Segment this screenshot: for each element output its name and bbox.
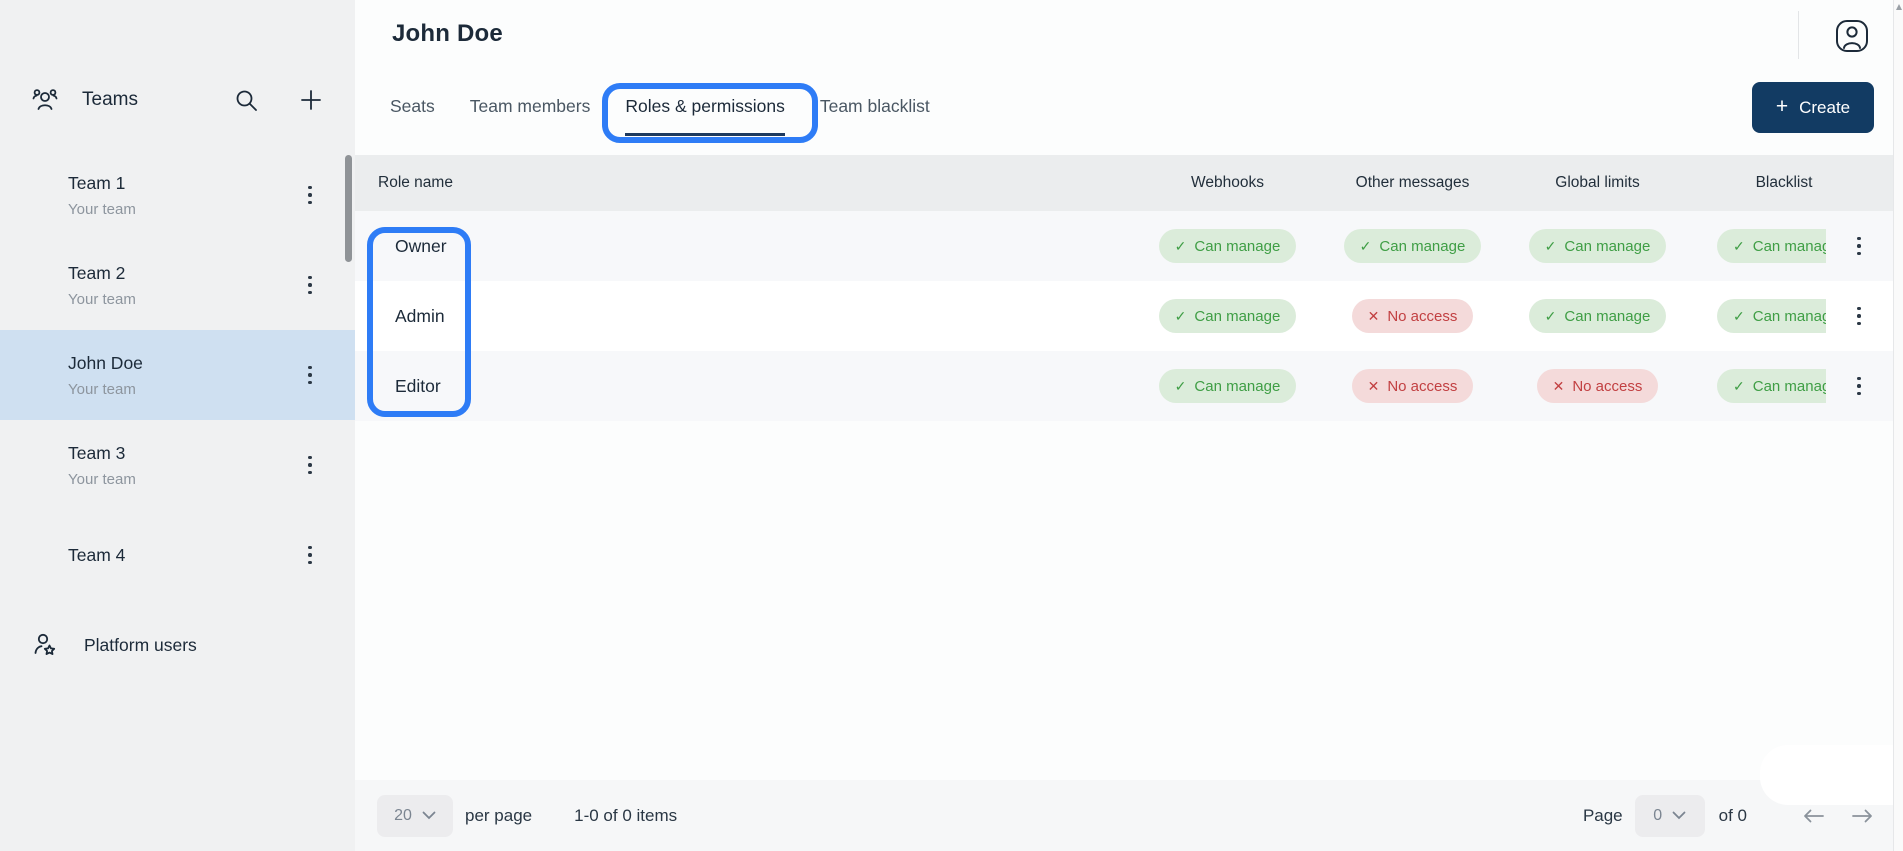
team-list-item[interactable]: Team 1 Your team <box>0 150 355 240</box>
create-button[interactable]: + Create <box>1752 82 1874 133</box>
page-of-label: of 0 <box>1719 806 1747 826</box>
team-list-item[interactable]: Team 2 Your team <box>0 240 355 330</box>
badge-icon: ✓ <box>1545 238 1557 255</box>
badge-icon: ✓ <box>1733 378 1745 395</box>
badge-icon: ✓ <box>1175 238 1187 255</box>
sidebar-scrollbar-thumb[interactable] <box>345 155 352 262</box>
teams-group-icon <box>30 85 60 115</box>
permission-badge-clipped: ✓Can manage <box>1717 369 1826 403</box>
tab-bar: Seats Team members Roles & permissions T… <box>390 88 930 134</box>
window-scrollbar[interactable] <box>1893 0 1903 851</box>
main-content: John Doe Seats Team members Roles & perm… <box>355 0 1903 851</box>
badge-icon: ✓ <box>1733 308 1745 325</box>
team-item-menu-icon[interactable] <box>301 453 319 477</box>
permission-badge: ✓Can manage <box>1529 229 1667 263</box>
column-header-role-name: Role name <box>355 174 1135 192</box>
platform-user-star-icon <box>30 630 60 660</box>
table-header-row: Role name Webhooks Other messages Global… <box>355 155 1903 211</box>
table-row: Owner ✓Can manage ✓Can manage ✓Can manag… <box>355 211 1903 281</box>
team-list-item[interactable]: Team 3 Your team <box>0 420 355 510</box>
team-list-item[interactable]: Team 4 <box>0 510 355 600</box>
row-menu-icon[interactable] <box>1850 304 1868 328</box>
badge-icon: ✕ <box>1368 308 1380 325</box>
role-name-cell: Admin <box>355 306 1135 327</box>
page-label: Page <box>1583 806 1623 826</box>
team-list-item-selected[interactable]: John Doe Your team <box>0 330 355 420</box>
items-summary: 1-0 of 0 items <box>574 806 677 826</box>
badge-icon: ✓ <box>1733 238 1745 255</box>
permission-badge: ✓Can manage <box>1159 229 1297 263</box>
chevron-down-icon <box>422 811 436 820</box>
page-number-select[interactable]: 0 <box>1635 795 1705 837</box>
permission-badge-clipped: ✓Can manage <box>1717 299 1826 333</box>
sidebar-header: Teams <box>0 78 355 122</box>
badge-icon: ✓ <box>1175 308 1187 325</box>
next-page-icon[interactable] <box>1851 809 1873 823</box>
sidebar-title: Teams <box>82 89 138 111</box>
roles-table: Role name Webhooks Other messages Global… <box>355 155 1903 421</box>
pagination-bar: 20 per page 1-0 of 0 items Page 0 of 0 <box>355 780 1903 851</box>
sidebar: Teams Team 1 Your team Team 2 Your team <box>0 0 355 851</box>
page-size-select[interactable]: 20 <box>377 795 453 837</box>
table-row: Editor ✓Can manage ✕No access ✕No access… <box>355 351 1903 421</box>
sidebar-item-platform-users[interactable]: Platform users <box>0 618 355 672</box>
row-menu-icon[interactable] <box>1850 234 1868 258</box>
per-page-label: per page <box>465 806 532 826</box>
overlay-blob <box>1760 745 1893 805</box>
team-item-menu-icon[interactable] <box>301 363 319 387</box>
team-item-menu-icon[interactable] <box>301 183 319 207</box>
permission-badge: ✕No access <box>1352 299 1474 333</box>
chevron-down-icon <box>1672 811 1686 820</box>
active-tab-underline <box>625 133 785 136</box>
permission-badge: ✓Can manage <box>1344 229 1482 263</box>
permission-badge: ✕No access <box>1352 369 1474 403</box>
column-header-webhooks: Webhooks <box>1135 174 1320 192</box>
team-item-menu-icon[interactable] <box>301 273 319 297</box>
badge-icon: ✕ <box>1553 378 1565 395</box>
tab-team-blacklist[interactable]: Team blacklist <box>820 88 930 134</box>
team-list: Team 1 Your team Team 2 Your team John D… <box>0 150 355 600</box>
app-window: Teams Team 1 Your team Team 2 Your team <box>0 0 1903 851</box>
permission-badge: ✓Can manage <box>1159 299 1297 333</box>
previous-page-icon[interactable] <box>1803 809 1825 823</box>
role-name-cell: Editor <box>355 376 1135 397</box>
search-icon[interactable] <box>233 87 259 113</box>
badge-icon: ✓ <box>1175 378 1187 395</box>
row-menu-icon[interactable] <box>1850 374 1868 398</box>
badge-icon: ✕ <box>1368 378 1380 395</box>
permission-badge: ✕No access <box>1537 369 1659 403</box>
table-row: Admin ✓Can manage ✕No access ✓Can manage… <box>355 281 1903 351</box>
column-header-global-limits: Global limits <box>1505 174 1690 192</box>
column-header-blacklist: Blacklist <box>1690 174 1840 192</box>
topbar-divider <box>1798 11 1799 59</box>
platform-users-label: Platform users <box>84 635 197 656</box>
permission-badge: ✓Can manage <box>1159 369 1297 403</box>
permission-badge: ✓Can manage <box>1529 299 1667 333</box>
tab-team-members[interactable]: Team members <box>470 88 591 134</box>
column-header-other-messages: Other messages <box>1320 174 1505 192</box>
tab-seats[interactable]: Seats <box>390 88 435 134</box>
badge-icon: ✓ <box>1360 238 1372 255</box>
scrollbar-up-arrow-icon <box>1896 4 1902 10</box>
permission-badge-clipped: ✓Can manage <box>1717 229 1826 263</box>
plus-icon: + <box>1776 96 1788 117</box>
role-name-cell: Owner <box>355 236 1135 257</box>
team-item-menu-icon[interactable] <box>301 543 319 567</box>
tab-roles-permissions[interactable]: Roles & permissions <box>625 88 785 134</box>
badge-icon: ✓ <box>1545 308 1557 325</box>
page-title: John Doe <box>392 20 503 48</box>
add-team-icon[interactable] <box>299 88 323 112</box>
user-account-icon[interactable] <box>1833 16 1873 56</box>
